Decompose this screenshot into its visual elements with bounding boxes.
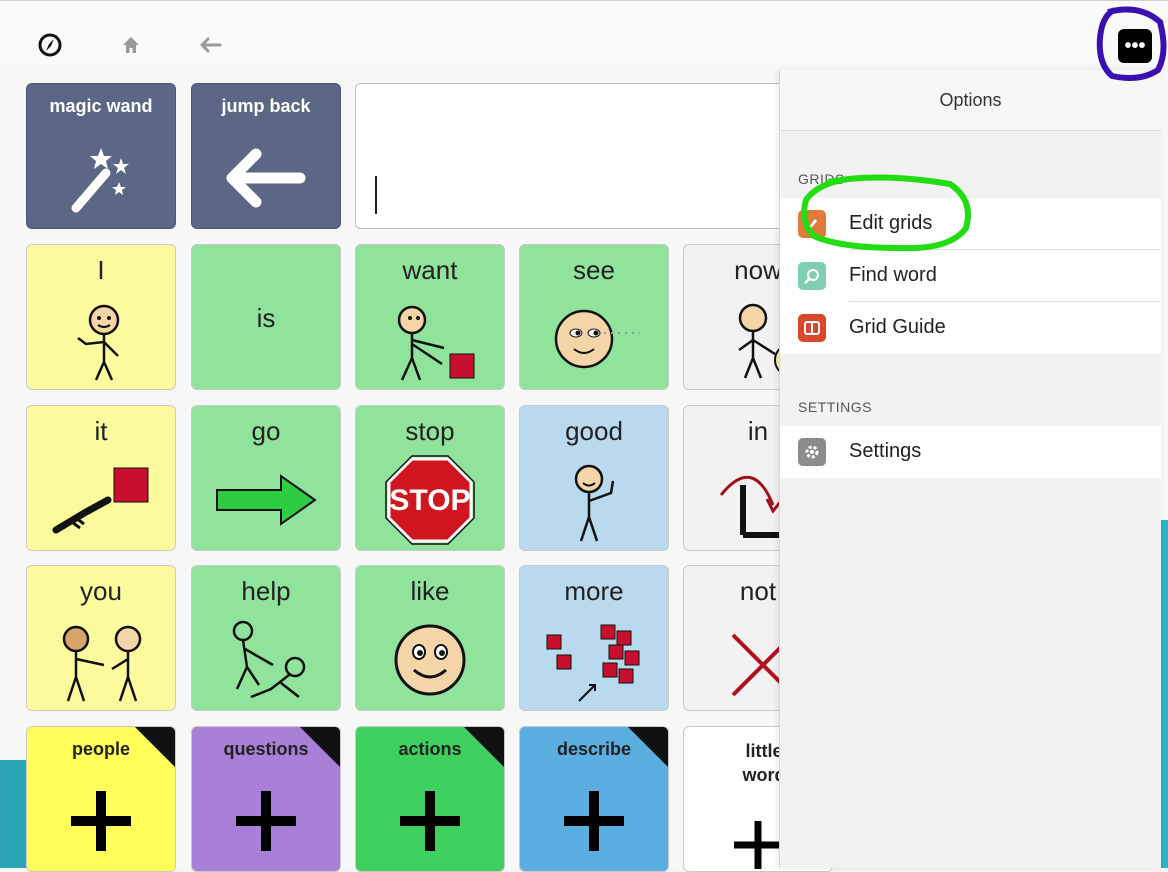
left-arrow-icon xyxy=(192,130,340,226)
tile-label: help xyxy=(241,576,291,606)
tile-label: you xyxy=(80,576,122,606)
word-tile-it[interactable]: it xyxy=(26,405,176,551)
magic-wand-icon xyxy=(27,130,175,226)
folder-corner xyxy=(300,727,340,767)
word-tile-good[interactable]: good xyxy=(519,405,669,551)
tile-label: see xyxy=(573,255,615,285)
menu-item-label: Edit grids xyxy=(849,212,933,234)
text-caret xyxy=(375,176,377,214)
you-icon xyxy=(27,612,175,708)
folder-describe[interactable]: describe xyxy=(519,726,669,872)
menu-item-label: Find word xyxy=(849,264,937,286)
compass-icon[interactable] xyxy=(36,31,64,59)
word-tile-i[interactable]: I xyxy=(26,244,176,390)
gear-icon xyxy=(798,438,826,466)
settings-section-title: SETTINGS xyxy=(798,399,873,415)
tile-label: more xyxy=(564,576,624,606)
tile-label: like xyxy=(410,576,450,606)
back-arrow-icon[interactable] xyxy=(197,31,225,59)
grid-guide-item[interactable]: Grid Guide xyxy=(780,302,1161,354)
tile-label: I xyxy=(97,255,105,285)
pencil-icon xyxy=(798,210,826,238)
stop-sign-text: STOP xyxy=(389,484,471,517)
smiley-face-icon xyxy=(356,612,504,708)
tile-label: stop xyxy=(405,416,455,446)
word-tile-is[interactable]: is xyxy=(191,244,341,390)
help-icon xyxy=(192,612,340,708)
word-tile-go[interactable]: go xyxy=(191,405,341,551)
tile-label: it xyxy=(94,416,108,446)
plus-icon xyxy=(27,773,175,869)
folder-people[interactable]: people xyxy=(26,726,176,872)
grids-section-title: GRIDS xyxy=(798,171,845,187)
person-self-icon xyxy=(27,291,175,387)
pointing-hand-icon xyxy=(27,452,175,548)
folder-questions[interactable]: questions xyxy=(191,726,341,872)
edit-grids-item[interactable]: Edit grids xyxy=(780,198,1161,250)
search-icon xyxy=(798,262,826,290)
book-icon xyxy=(798,314,826,342)
top-toolbar xyxy=(0,0,1168,65)
word-tile-more[interactable]: more xyxy=(519,565,669,711)
options-header: Options xyxy=(780,70,1161,131)
tile-label: jump back xyxy=(221,96,311,116)
more-icon: ••• xyxy=(1124,35,1146,57)
thumbs-up-person-icon xyxy=(520,452,668,548)
see-icon xyxy=(520,291,668,387)
menu-item-label: Settings xyxy=(849,440,922,462)
plus-icon xyxy=(520,773,668,869)
options-panel: Options GRIDS Edit grids Find word Grid … xyxy=(779,70,1161,868)
more-options-button[interactable]: ••• xyxy=(1118,29,1152,63)
tile-label: good xyxy=(565,416,623,446)
want-icon xyxy=(356,291,504,387)
folder-corner xyxy=(628,727,668,767)
jump-back-tile[interactable]: jump back xyxy=(191,83,341,229)
menu-item-label: Grid Guide xyxy=(849,316,946,338)
word-tile-help[interactable]: help xyxy=(191,565,341,711)
folder-actions[interactable]: actions xyxy=(355,726,505,872)
magic-wand-tile[interactable]: magic wand xyxy=(26,83,176,229)
message-bar[interactable] xyxy=(355,83,795,229)
tile-label: magic wand xyxy=(49,96,153,116)
tile-label: go xyxy=(251,416,281,446)
settings-item[interactable]: Settings xyxy=(780,426,1161,478)
more-squares-icon xyxy=(520,612,668,708)
home-icon[interactable] xyxy=(117,31,145,59)
word-tile-stop[interactable]: stop STOP xyxy=(355,405,505,551)
folder-corner xyxy=(464,727,504,767)
word-tile-see[interactable]: see xyxy=(519,244,669,390)
plus-icon xyxy=(356,773,504,869)
word-tile-you[interactable]: you xyxy=(26,565,176,711)
find-word-item[interactable]: Find word xyxy=(780,250,1161,302)
tile-label: want xyxy=(402,255,458,285)
folder-corner xyxy=(135,727,175,767)
plus-icon xyxy=(192,773,340,869)
word-tile-like[interactable]: like xyxy=(355,565,505,711)
word-tile-want[interactable]: want xyxy=(355,244,505,390)
options-title: Options xyxy=(939,90,1002,110)
right-arrow-icon xyxy=(192,452,340,548)
tile-label: is xyxy=(256,303,276,333)
